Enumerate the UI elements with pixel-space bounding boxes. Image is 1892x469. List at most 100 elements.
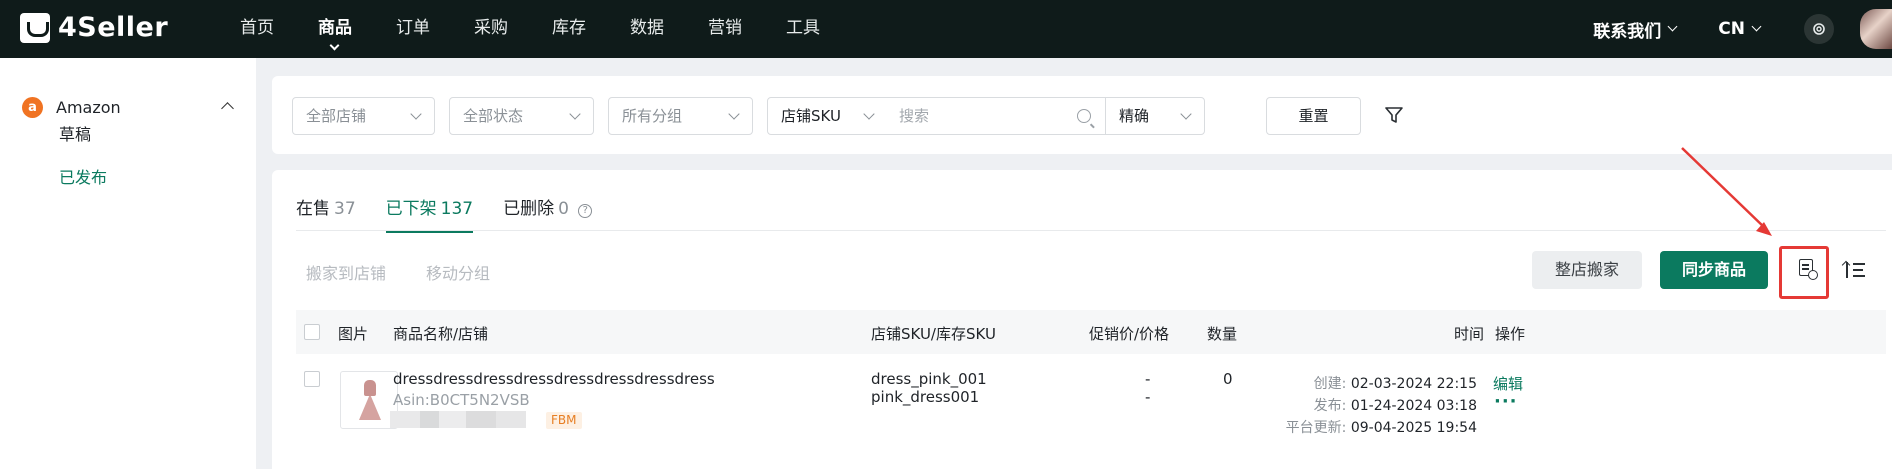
sidebar-item-published[interactable]: 已发布 <box>59 164 107 188</box>
col-time: 时间 <box>1454 325 1485 343</box>
match-mode-select[interactable]: 精确 <box>1105 97 1205 135</box>
stock-sku: pink_dress001 <box>871 388 980 406</box>
chevron-down-icon <box>863 108 875 120</box>
move-to-store-action[interactable]: 搬家到店铺 <box>306 260 386 284</box>
dress-image <box>359 380 381 422</box>
nav-purchase[interactable]: 采购 <box>474 0 508 58</box>
gear-icon <box>1813 23 1825 35</box>
chevron-down-icon <box>1751 21 1762 32</box>
arrow-up-icon <box>1846 262 1848 278</box>
promo-price: - <box>1145 370 1151 388</box>
select-all-checkbox[interactable] <box>304 324 320 340</box>
created-value: 02-03-2024 22:15 <box>1350 376 1477 392</box>
search-placeholder: 搜索 <box>899 107 930 125</box>
col-image: 图片 <box>338 325 369 343</box>
nav-tools[interactable]: 工具 <box>786 0 820 58</box>
sort-line <box>1853 269 1863 271</box>
status-select[interactable]: 全部状态 <box>449 97 594 135</box>
nav-data[interactable]: 数据 <box>630 0 664 58</box>
chevron-up-icon <box>221 102 234 115</box>
nav-products-label: 商品 <box>318 18 352 38</box>
created-time: 创建: 02-03-2024 22:15 <box>1314 373 1477 393</box>
col-name: 商品名称/店铺 <box>393 325 489 343</box>
reset-button[interactable]: 重置 <box>1266 97 1361 135</box>
tab-deleted[interactable]: 已删除 0 ? <box>503 194 593 233</box>
tab-label: 在售 <box>296 199 330 219</box>
product-title[interactable]: dressdressdressdressdressdressdressdress <box>393 370 715 388</box>
tab-count: 137 <box>440 199 474 219</box>
status-select-value: 全部状态 <box>463 107 524 125</box>
language-menu[interactable]: CN <box>1718 19 1762 39</box>
search-field-select[interactable]: 店铺SKU <box>767 97 888 135</box>
filter-icon[interactable] <box>1384 105 1404 125</box>
user-avatar[interactable] <box>1860 9 1892 49</box>
nav-orders[interactable]: 订单 <box>396 0 430 58</box>
sidebar-group-amazon[interactable]: a Amazon <box>22 92 244 122</box>
chevron-down-icon <box>1180 108 1192 120</box>
contact-us-menu[interactable]: 联系我们 <box>1593 17 1678 42</box>
created-label: 创建: <box>1313 376 1347 392</box>
col-price: 促销价/价格 <box>1089 325 1170 343</box>
tab-on-sale[interactable]: 在售 37 <box>296 194 356 233</box>
app-logo[interactable]: 4Seller <box>20 12 168 43</box>
table-row: dressdressdressdressdressdressdressdress… <box>296 354 1886 469</box>
chevron-down-icon <box>1667 21 1678 32</box>
nav-inventory[interactable]: 库存 <box>552 0 586 58</box>
filter-bar: 全部店铺 全部状态 所有分组 店铺SKU 搜索 精确 重置 <box>272 76 1892 154</box>
language-label: CN <box>1718 19 1745 39</box>
col-qty: 数量 <box>1207 325 1238 343</box>
product-list-panel: 在售 37 已下架 137 已删除 0 ? 搬家到店铺 移动分组 整店搬家 同步商品 … <box>272 170 1892 469</box>
tabs-divider <box>296 230 1886 231</box>
table-header: 图片 商品名称/店铺 店铺SKU/库存SKU 促销价/价格 数量 时间 操作 <box>296 310 1886 354</box>
store-select-value: 全部店铺 <box>306 107 367 125</box>
settings-button[interactable] <box>1804 14 1834 44</box>
nav-marketing[interactable]: 营销 <box>708 0 742 58</box>
published-value: 01-24-2024 03:18 <box>1350 398 1477 414</box>
fulfillment-badge: FBM <box>546 412 582 429</box>
group-select[interactable]: 所有分组 <box>608 97 753 135</box>
top-navigation-bar: 4Seller 首页 商品 订单 采购 库存 数据 营销 工具 联系我们 CN <box>0 0 1892 58</box>
tab-label: 已下架 <box>385 199 437 219</box>
sort-line <box>1853 275 1865 277</box>
tab-delisted[interactable]: 已下架 137 <box>385 194 474 233</box>
chevron-down-icon <box>569 108 581 120</box>
match-mode-value: 精确 <box>1119 107 1150 125</box>
quantity: 0 <box>1223 370 1233 388</box>
status-tabs: 在售 37 已下架 137 已删除 0 ? <box>296 194 622 233</box>
chevron-down-icon <box>728 108 740 120</box>
chevron-down-icon <box>410 108 422 120</box>
price: - <box>1145 388 1151 406</box>
search-field-value: 店铺SKU <box>781 107 841 125</box>
search-icon <box>1077 109 1091 123</box>
whole-store-move-button[interactable]: 整店搬家 <box>1532 251 1642 289</box>
tab-count: 37 <box>334 199 356 219</box>
col-sku: 店铺SKU/库存SKU <box>871 325 996 343</box>
document-search-icon[interactable] <box>1799 259 1818 280</box>
help-icon[interactable]: ? <box>578 204 593 218</box>
more-actions-icon[interactable]: ··· <box>1494 391 1518 412</box>
store-select[interactable]: 全部店铺 <box>292 97 435 135</box>
updated-label: 平台更新: <box>1285 420 1347 436</box>
sort-icon[interactable] <box>1844 262 1866 278</box>
nav-products[interactable]: 商品 <box>318 0 352 58</box>
col-ops: 操作 <box>1495 325 1526 343</box>
published-label: 发布: <box>1313 398 1347 414</box>
nav-home[interactable]: 首页 <box>240 0 274 58</box>
move-group-action[interactable]: 移动分组 <box>426 260 490 284</box>
tab-label: 已删除 <box>503 199 555 219</box>
chevron-down-icon <box>329 40 340 51</box>
bag-logo-icon <box>20 12 50 43</box>
store-sku: dress_pink_001 <box>871 370 987 388</box>
amazon-icon: a <box>22 96 43 118</box>
sidebar: a Amazon 草稿 已发布 <box>0 58 256 469</box>
group-select-value: 所有分组 <box>622 107 683 125</box>
row-checkbox[interactable] <box>304 371 320 387</box>
logo-text: 4Seller <box>58 12 169 43</box>
main-nav: 首页 商品 订单 采购 库存 数据 营销 工具 <box>240 0 864 58</box>
sync-products-button[interactable]: 同步商品 <box>1660 251 1768 289</box>
search-input[interactable]: 搜索 <box>887 97 1105 135</box>
sidebar-item-drafts[interactable]: 草稿 <box>59 121 91 145</box>
platform-updated-time: 平台更新: 09-04-2025 19:54 <box>1286 417 1477 437</box>
updated-value: 09-04-2025 19:54 <box>1350 420 1477 436</box>
tab-count: 0 <box>558 199 569 219</box>
